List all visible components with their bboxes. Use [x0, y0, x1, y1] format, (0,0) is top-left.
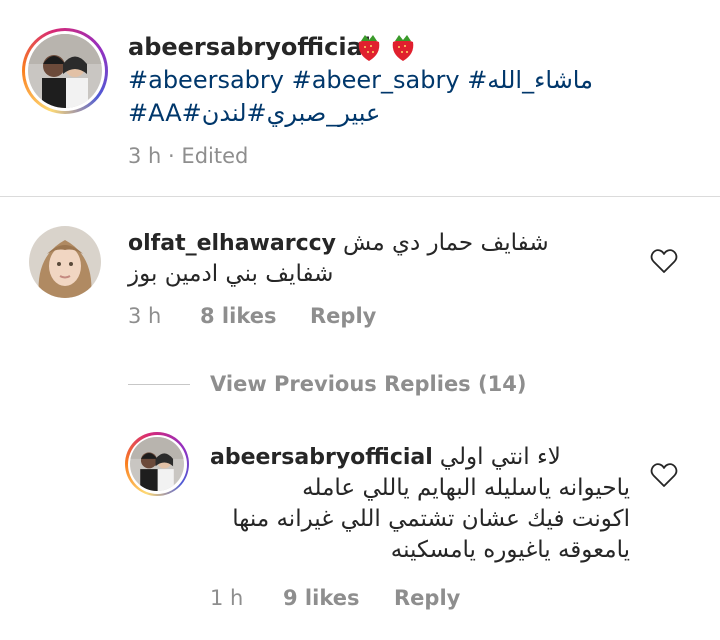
reply1-body: abeersabryofficial لاء انتي اولي ياحيوان…: [210, 442, 630, 566]
meta-separator: ·: [168, 144, 175, 168]
post-edited-label: Edited: [181, 144, 249, 168]
reply1-avatar[interactable]: [125, 432, 189, 496]
commenter-avatar[interactable]: [29, 226, 101, 298]
post-avatar[interactable]: [22, 28, 108, 114]
girl-photo: [29, 226, 101, 298]
couple-photo-small: [130, 437, 184, 491]
strawberry-icon: [358, 35, 414, 61]
reply1-text-line1: لاء انتي اولي: [439, 444, 561, 470]
reply1-text-line2: ياحيوانه ياسليله البهايم ياللي عامله: [302, 475, 630, 501]
reply1-text-line3: اكونت فيك عشان تشتمي اللي غيرانه منها: [232, 506, 630, 532]
comment1-body: olfat_elhawarccy شفايف حمار دي مش شفايف …: [128, 228, 568, 289]
reply1-username[interactable]: abeersabryofficial: [210, 445, 433, 470]
comment1-reply-button[interactable]: Reply: [310, 302, 376, 330]
post-time: 3 h: [128, 144, 162, 168]
reply1-likes[interactable]: 9 likes: [283, 584, 359, 612]
comment1-likes[interactable]: 8 likes: [200, 302, 276, 330]
comment1-time: 3 h: [128, 304, 162, 328]
reply1-text-line4: يامعوقه ياغيوره يامسكينه: [390, 537, 630, 563]
reply1-time: 1 h: [210, 586, 244, 610]
post-hashtags-line1[interactable]: #abeersabry #abeer_sabry #ماشاء_الله: [128, 64, 593, 96]
view-previous-replies[interactable]: View Previous Replies (14): [210, 370, 526, 398]
comment1-text-line1: شفايف حمار دي مش: [343, 230, 549, 256]
post-hashtags-line2[interactable]: #AA#عبير_صبري#لندن: [128, 97, 380, 129]
couple-photo: [28, 34, 102, 108]
replies-line: [128, 384, 190, 385]
reply1-meta: 1 h 9 likes Reply: [210, 584, 460, 612]
caption-divider: [0, 196, 720, 197]
post-meta: 3 h · Edited: [128, 142, 248, 170]
post-username[interactable]: abeersabryofficial: [128, 32, 371, 62]
reply1-reply-button[interactable]: Reply: [394, 584, 460, 612]
heart-outline-icon[interactable]: [650, 462, 678, 488]
comment1-meta: 3 h 8 likes Reply: [128, 302, 376, 330]
comment1-username[interactable]: olfat_elhawarccy: [128, 231, 336, 256]
heart-outline-icon[interactable]: [650, 248, 678, 274]
comment1-text-line2: شفايف بني ادمين بوز: [128, 261, 334, 287]
